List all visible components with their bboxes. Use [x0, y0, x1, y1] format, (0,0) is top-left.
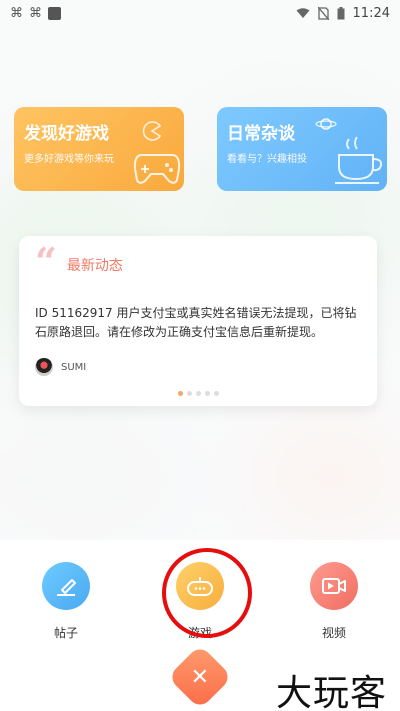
edit-post-icon [57, 579, 76, 596]
planet-icon [315, 118, 337, 130]
watermark: 大玩客 [276, 673, 388, 711]
news-body: ID 51162917 用户支付宝或真实姓名错误无法提现，已将钻石原路退回。请在… [35, 306, 357, 339]
app-square-icon [48, 6, 61, 20]
gamepad-icon [133, 154, 181, 184]
carousel-dot[interactable] [204, 391, 210, 396]
video-button[interactable]: 视频 [294, 562, 374, 641]
pacman-icon [142, 121, 162, 141]
video-camera-icon [322, 578, 346, 594]
game-label: 游戏 [187, 626, 212, 640]
close-icon: ✕ [190, 664, 210, 690]
video-label: 视频 [321, 626, 346, 640]
avatar [35, 358, 53, 376]
carousel-dot[interactable] [186, 391, 192, 396]
carousel-dot[interactable] [213, 391, 219, 396]
battery-icon [337, 6, 345, 19]
notification-icon: ⌘ [10, 5, 23, 21]
status-time: 11:24 [352, 5, 390, 21]
coffee-cup-icon [335, 136, 383, 184]
post-label: 帖子 [53, 626, 78, 640]
notification-icon: ⌘ [29, 5, 42, 21]
latest-news-card[interactable]: “ 最新动态 ID 51162917 用户支付宝或真实姓名错误无法提现，已将钻石… [19, 236, 377, 406]
news-title: 最新动态 [66, 258, 123, 274]
post-button[interactable]: 帖子 [26, 562, 106, 641]
status-bar: ⌘ ⌘ 11:24 [0, 0, 400, 26]
carousel-dot[interactable] [177, 391, 183, 396]
carousel-dot[interactable] [195, 391, 201, 396]
quote-icon: “ [35, 239, 57, 284]
wifi-icon [296, 8, 310, 18]
category-card-discover-games[interactable]: 发现好游戏 更多好游戏等你来玩 [14, 107, 184, 191]
category-card-daily-chat[interactable]: 日常杂谈 看看与？兴趣相投 [217, 107, 387, 191]
carousel-dots [19, 391, 377, 396]
no-sim-icon [317, 6, 329, 20]
news-author: SUMI [61, 361, 87, 373]
game-button[interactable]: 游戏 [160, 562, 240, 641]
game-controller-icon [187, 577, 213, 596]
